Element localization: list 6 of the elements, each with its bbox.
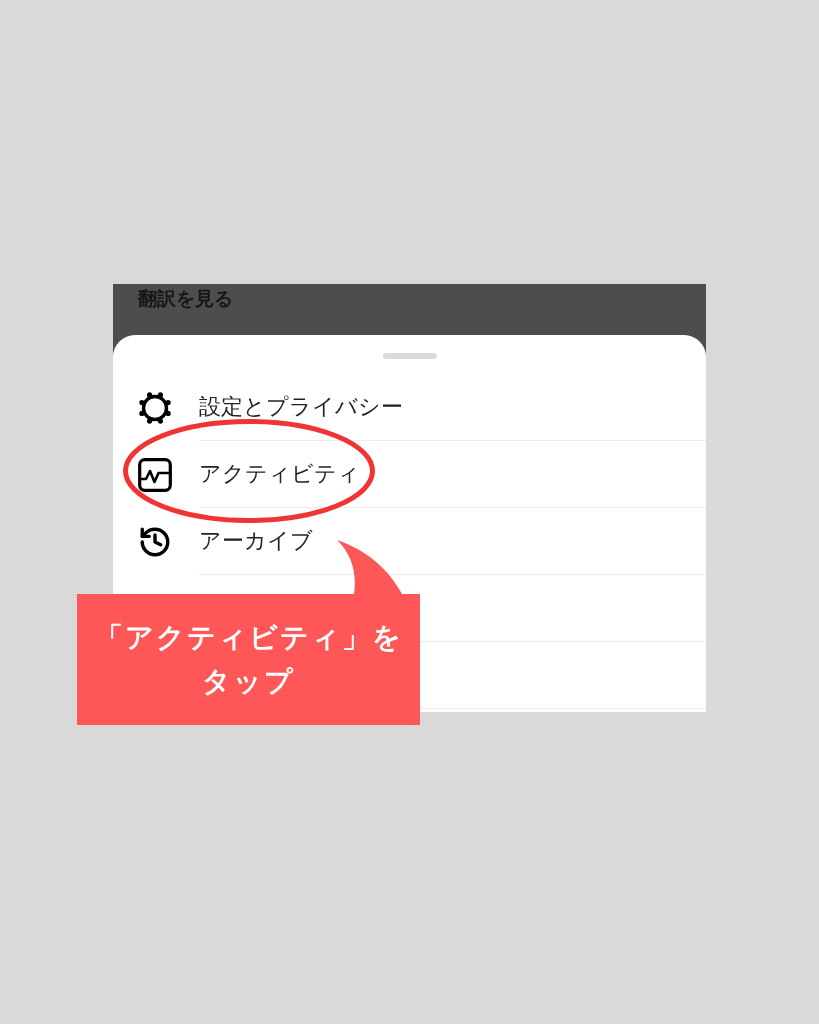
drag-handle[interactable] [382,353,437,359]
menu-item[interactable]: アクティビティ [113,441,706,508]
callout-text: 「アクティビティ」をタップ [93,619,404,700]
pulse-icon [138,457,172,492]
gear-icon [138,390,172,425]
menu-item[interactable]: 設定とプライバシー [113,374,706,441]
